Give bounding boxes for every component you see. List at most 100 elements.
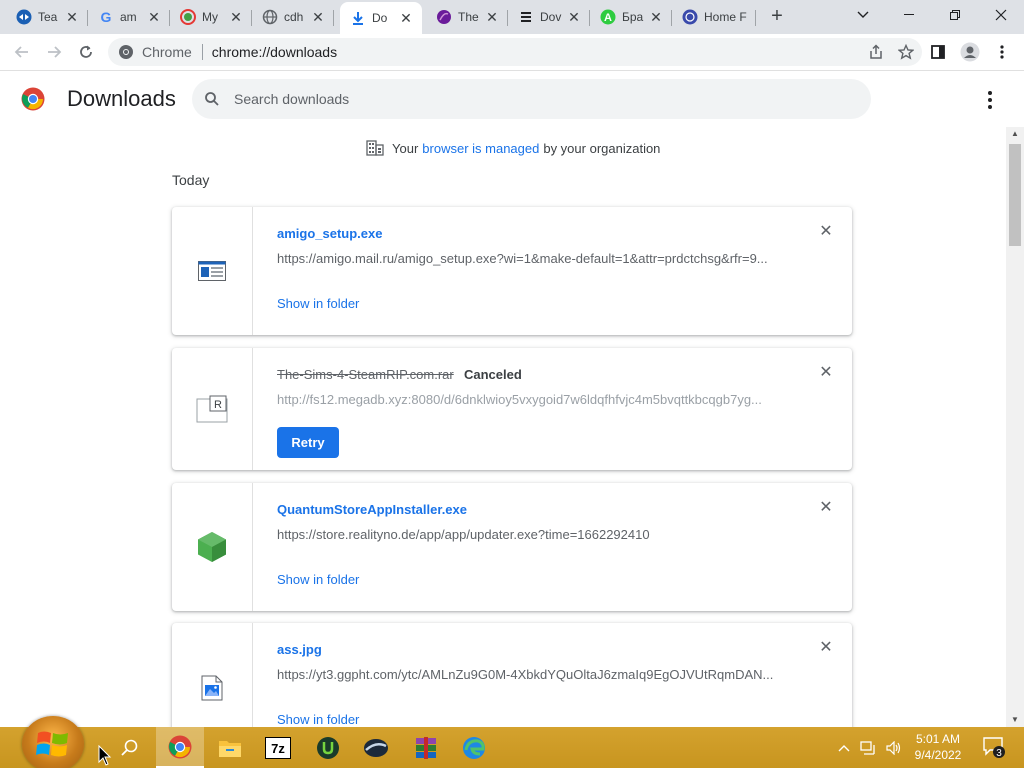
- tab-title: The: [458, 10, 479, 24]
- page-scrollbar[interactable]: ▲ ▼: [1006, 127, 1024, 727]
- file-name-link[interactable]: amigo_setup.exe: [277, 226, 383, 241]
- search-input[interactable]: [234, 91, 794, 107]
- tab-close-icon[interactable]: ✕: [228, 9, 244, 26]
- managed-link[interactable]: browser is managed: [422, 141, 539, 156]
- download-item: R The-Sims-4-SteamRIP.com.rar Canceled h…: [172, 348, 852, 470]
- mouse-cursor-icon: [98, 745, 112, 766]
- search-icon: [205, 92, 219, 106]
- purple-orb-icon: [436, 9, 452, 25]
- taskbar-utorrent[interactable]: [304, 727, 352, 768]
- scroll-up-arrow-icon[interactable]: ▲: [1006, 127, 1024, 141]
- tab-close-icon[interactable]: ✕: [398, 10, 414, 27]
- back-button[interactable]: [8, 38, 36, 66]
- tab-close-icon[interactable]: ✕: [484, 9, 500, 26]
- download-item: amigo_setup.exe https://amigo.mail.ru/am…: [172, 207, 852, 335]
- remove-item-close-icon[interactable]: ✕: [818, 224, 834, 240]
- tab-teamviewer[interactable]: Tea ✕: [6, 2, 88, 32]
- search-icon: [121, 739, 138, 756]
- network-icon[interactable]: [860, 740, 876, 755]
- show-in-folder-link[interactable]: Show in folder: [277, 712, 359, 727]
- address-bar[interactable]: Chrome chrome://downloads: [108, 38, 922, 66]
- tab-close-icon[interactable]: ✕: [566, 9, 582, 26]
- tab-close-icon[interactable]: ✕: [146, 9, 162, 26]
- forward-button[interactable]: [40, 38, 68, 66]
- teamviewer-icon: [16, 9, 32, 25]
- green-cube-icon: [198, 532, 226, 562]
- chevron-up-icon[interactable]: [838, 744, 850, 752]
- date-header: Today: [172, 172, 210, 188]
- url-text[interactable]: chrome://downloads: [212, 44, 337, 60]
- tab-google[interactable]: G am ✕: [88, 2, 170, 32]
- tab-close-icon[interactable]: ✕: [64, 9, 80, 26]
- tab-title: Бра: [622, 10, 644, 24]
- tab-home[interactable]: Home F: [672, 2, 756, 32]
- url-chip-label: Chrome: [142, 44, 192, 60]
- remove-item-close-icon[interactable]: ✕: [818, 365, 834, 381]
- taskbar-edge[interactable]: [450, 727, 498, 768]
- tab-search-button[interactable]: [840, 0, 886, 30]
- new-tab-button[interactable]: +: [766, 5, 788, 27]
- notification-center-button[interactable]: 3: [982, 735, 1006, 759]
- file-name-link[interactable]: QuantumStoreAppInstaller.exe: [277, 502, 467, 517]
- show-in-folder-link[interactable]: Show in folder: [277, 296, 359, 311]
- taskbar-chrome[interactable]: [156, 727, 204, 768]
- tab-title: My: [202, 10, 218, 24]
- managed-text-after: by your organization: [543, 140, 661, 156]
- scroll-down-arrow-icon[interactable]: ▼: [1006, 713, 1024, 727]
- retry-button[interactable]: Retry: [277, 427, 339, 458]
- 7zip-icon: 7z: [265, 736, 291, 759]
- file-url[interactable]: http://fs12.megadb.xyz:8080/d/6dnklwioy5…: [277, 392, 777, 407]
- clock-date: 9/4/2022: [914, 748, 962, 762]
- tab-title: cdh: [284, 10, 304, 24]
- profile-button[interactable]: [956, 38, 984, 66]
- site-info-chip[interactable]: Chrome: [118, 44, 192, 60]
- close-window-button[interactable]: [978, 0, 1024, 30]
- taskbar-7zip[interactable]: 7z: [254, 727, 302, 768]
- minimize-icon: [904, 14, 914, 15]
- start-button[interactable]: [22, 716, 84, 768]
- tab-the[interactable]: The ✕: [426, 2, 508, 32]
- utorrent-icon: [317, 736, 339, 759]
- reload-button[interactable]: [72, 38, 100, 66]
- svg-text:A: A: [604, 12, 612, 24]
- file-url[interactable]: https://amigo.mail.ru/amigo_setup.exe?wi…: [277, 251, 777, 266]
- close-icon: [995, 9, 1007, 21]
- file-name-link[interactable]: ass.jpg: [277, 642, 322, 657]
- taskbar-clock[interactable]: 5:01 AM 9/4/2022: [900, 731, 976, 763]
- tab-mywot[interactable]: My ✕: [170, 2, 252, 32]
- tab-close-icon[interactable]: ✕: [648, 9, 664, 26]
- taskbar-search-button[interactable]: [106, 727, 154, 768]
- taskbar-vpn[interactable]: [352, 727, 400, 768]
- svg-text:R: R: [214, 399, 222, 411]
- search-box[interactable]: [192, 79, 871, 119]
- tab-cdh[interactable]: cdh ✕: [252, 2, 334, 32]
- restore-button[interactable]: [932, 0, 978, 30]
- tab-title: Home F: [704, 10, 747, 24]
- remove-item-close-icon[interactable]: ✕: [818, 640, 834, 656]
- chevron-down-icon: [857, 11, 869, 18]
- file-url[interactable]: https://store.realityno.de/app/app/updat…: [277, 527, 777, 542]
- tab-strip: Tea ✕ G am ✕ My ✕ cdh ✕ Do ✕ The ✕ Dov ✕…: [0, 0, 1024, 34]
- tab-downloads[interactable]: Do ✕: [340, 2, 422, 34]
- side-panel-button[interactable]: [924, 38, 952, 66]
- managed-text-before: Your: [392, 140, 419, 156]
- tab-close-icon[interactable]: ✕: [310, 9, 326, 26]
- avatar-icon: [960, 42, 980, 62]
- downloads-menu-button[interactable]: [978, 88, 1002, 112]
- remove-item-close-icon[interactable]: ✕: [818, 500, 834, 516]
- chrome-menu-button[interactable]: [988, 38, 1016, 66]
- share-icon[interactable]: [868, 44, 884, 60]
- bookmark-star-icon[interactable]: [898, 44, 914, 60]
- show-in-folder-link[interactable]: Show in folder: [277, 572, 359, 587]
- download-status: Canceled: [464, 367, 522, 382]
- minimize-button[interactable]: [886, 0, 932, 30]
- tab-amigo[interactable]: A Бра ✕: [590, 2, 672, 32]
- file-explorer-icon: [219, 740, 241, 757]
- google-icon: G: [98, 9, 114, 25]
- taskbar-file-explorer[interactable]: [206, 727, 254, 768]
- file-url[interactable]: https://yt3.ggpht.com/ytc/AMLnZu9G0M-4Xb…: [277, 667, 777, 682]
- taskbar-winrar[interactable]: [402, 727, 450, 768]
- tab-dov[interactable]: Dov ✕: [508, 2, 590, 32]
- chrome-icon: [168, 735, 192, 758]
- scroll-thumb[interactable]: [1009, 144, 1021, 246]
